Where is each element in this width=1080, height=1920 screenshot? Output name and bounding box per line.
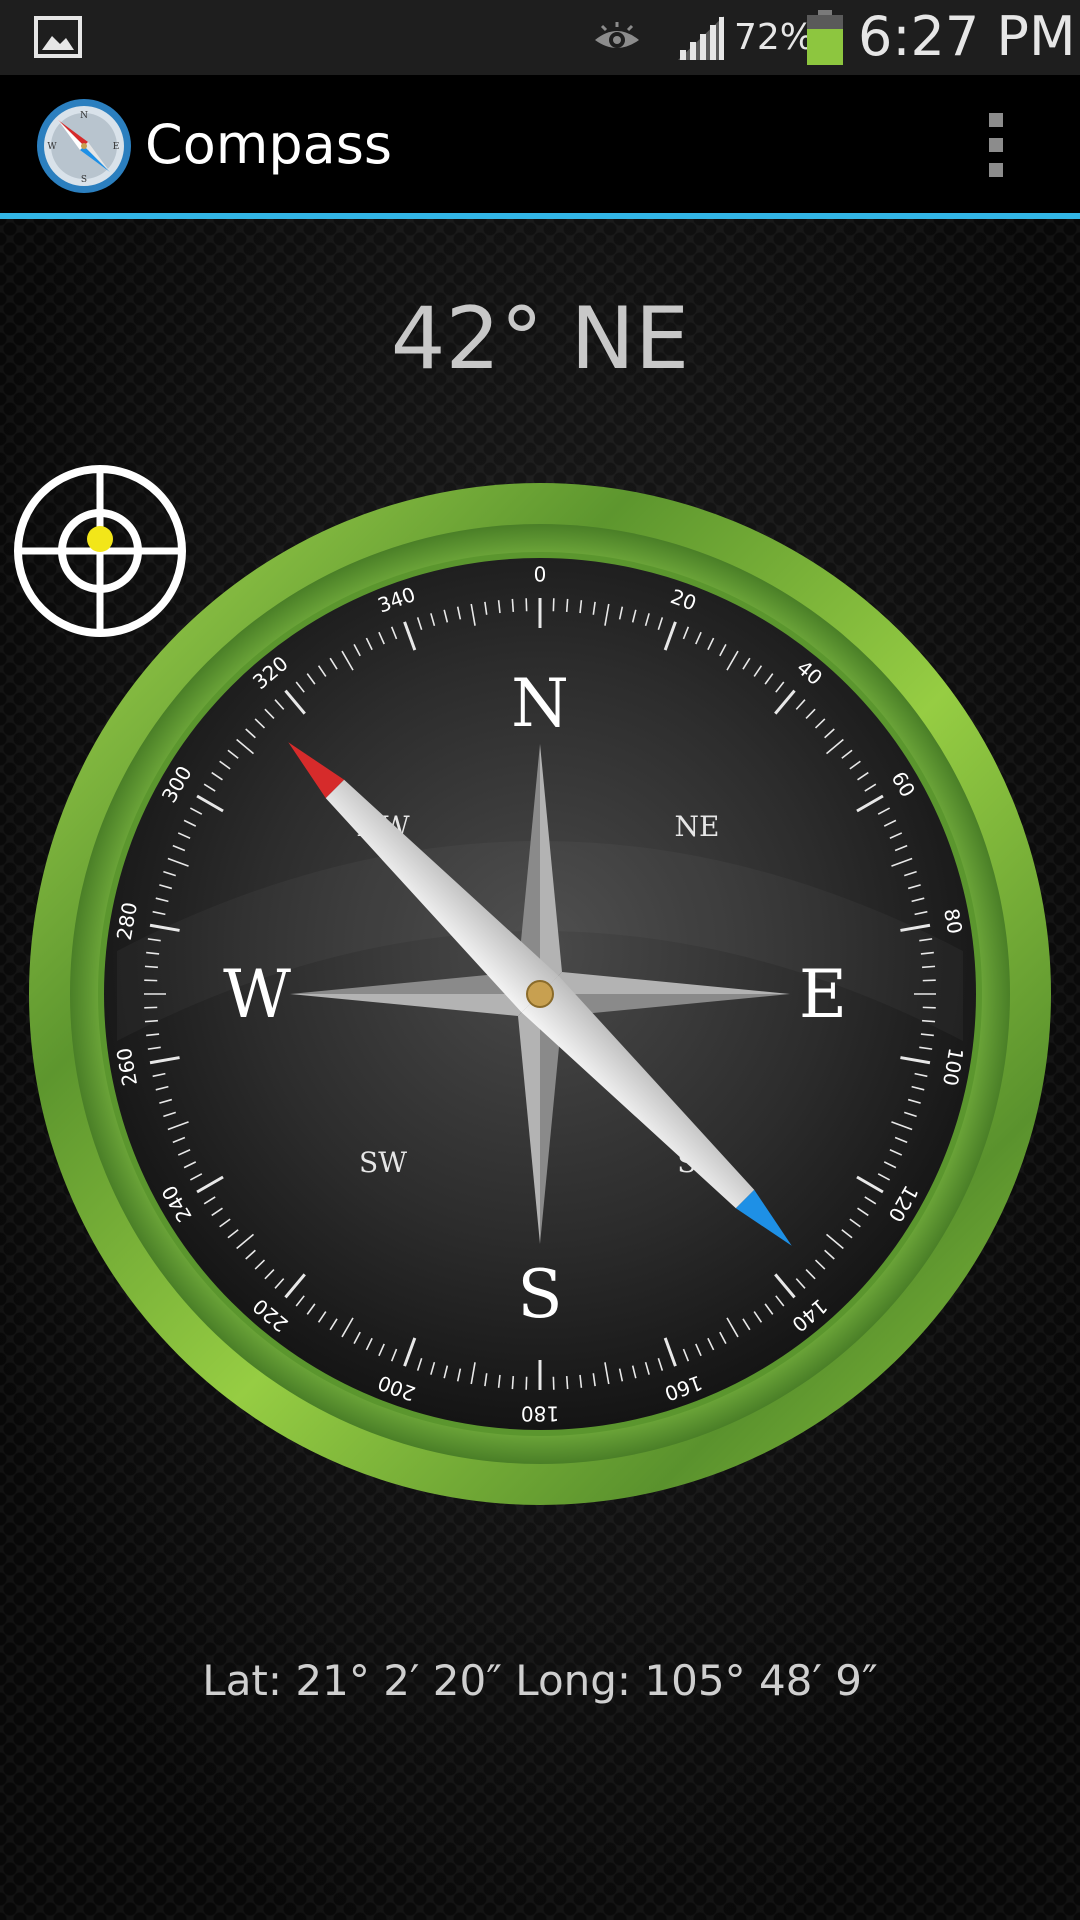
overflow-menu-icon[interactable]	[972, 109, 1020, 181]
compass-app: 72% 6:27 PM N S W E Compass 42° NE 0 20 …	[0, 0, 1080, 1920]
degree-tick	[565, 598, 569, 612]
gallery-icon	[34, 16, 82, 58]
action-bar: N S W E Compass	[0, 75, 1080, 213]
battery-percent: 72%	[734, 17, 815, 58]
degree-tick	[144, 1019, 158, 1023]
signal-icon	[678, 16, 724, 60]
cardinal-n: N	[511, 665, 569, 742]
degree-tick	[144, 965, 158, 969]
status-bar: 72% 6:27 PM	[0, 0, 1080, 75]
degree-tick	[565, 1376, 569, 1390]
heading-readout: 42° NE	[390, 289, 690, 389]
svg-text:S: S	[81, 175, 87, 185]
svg-text:E: E	[113, 142, 120, 152]
degree-label: 180	[521, 1402, 559, 1426]
degree-tick	[511, 1376, 515, 1390]
content-area: 42° NE 0 20 40 60 80 100 120 140 160 180…	[0, 219, 1080, 1920]
eye-icon	[595, 22, 639, 48]
cardinal-e: E	[799, 956, 847, 1033]
battery-icon	[807, 10, 843, 65]
compass-app-icon[interactable]: N S W E	[36, 98, 132, 194]
cardinal-w: W	[223, 956, 291, 1033]
degree-label: 0	[534, 563, 547, 587]
compass-dial: 0204060801001201401601802002202402602803…	[29, 483, 1051, 1505]
clock: 6:27 PM	[858, 5, 1076, 68]
svg-text:N: N	[80, 111, 88, 121]
intercardinal-ne: NE	[675, 810, 720, 843]
intercardinal-sw: SW	[359, 1146, 407, 1179]
cardinal-s: S	[517, 1256, 562, 1333]
degree-tick	[922, 965, 936, 969]
degree-tick	[511, 598, 515, 612]
svg-text:W: W	[47, 142, 57, 152]
degree-tick	[922, 1019, 936, 1023]
degree-label: 80	[939, 907, 967, 936]
coordinates-readout: Lat: 21° 2′ 20″ Long: 105° 48′ 9″	[202, 1656, 878, 1705]
app-title: Compass	[145, 113, 392, 176]
